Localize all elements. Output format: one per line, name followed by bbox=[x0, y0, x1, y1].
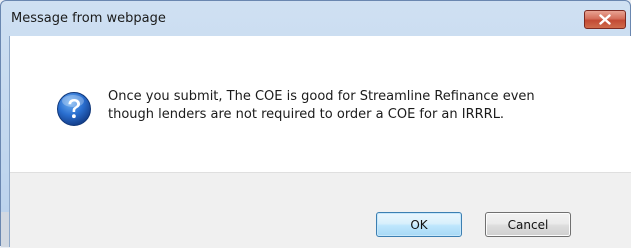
window-frame-edge bbox=[1, 212, 9, 247]
message-dialog-window: Message from webpage Once you submit, Th… bbox=[0, 0, 631, 248]
cancel-button[interactable]: Cancel bbox=[485, 212, 571, 237]
close-button[interactable] bbox=[584, 10, 626, 29]
message-line-1: Once you submit, The COE is good for Str… bbox=[108, 89, 535, 104]
close-icon bbox=[599, 14, 611, 25]
message-area: Once you submit, The COE is good for Str… bbox=[10, 36, 631, 172]
window-title: Message from webpage bbox=[11, 11, 166, 26]
dialog-message: Once you submit, The COE is good for Str… bbox=[108, 88, 608, 124]
button-bar: OK Cancel bbox=[10, 172, 631, 248]
title-bar[interactable]: Message from webpage bbox=[1, 1, 630, 37]
question-icon bbox=[57, 92, 91, 126]
ok-button[interactable]: OK bbox=[376, 212, 462, 237]
message-line-2: though lenders are not required to order… bbox=[108, 107, 505, 122]
dialog-client-area: Once you submit, The COE is good for Str… bbox=[9, 36, 631, 248]
